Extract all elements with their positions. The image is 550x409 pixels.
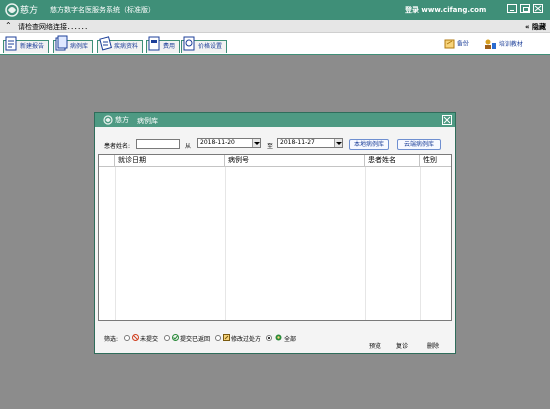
filter-unsubmitted-label: 未提交 (140, 336, 159, 343)
column-header-gender[interactable]: 性别 (420, 155, 451, 166)
login-link[interactable]: 登录 www.cifang.com (405, 5, 486, 15)
filter-label: 筛选: (104, 336, 119, 343)
disease-data-icon (99, 36, 112, 51)
title-bar: 慈方 慈方数字名医服务系统（标准版） 登录 www.cifang.com (0, 0, 550, 20)
app-title: 慈方数字名医服务系统（标准版） (50, 6, 155, 14)
chevron-down-icon[interactable] (252, 139, 260, 147)
header-divider (99, 166, 451, 167)
row-header-corner (99, 155, 115, 166)
collapse-up-icon[interactable]: ⌃ (5, 21, 12, 30)
column-header-case-number[interactable]: 病例号 (225, 155, 365, 166)
patient-name-label: 患者姓名: (104, 143, 131, 150)
window-controls (506, 4, 544, 15)
all-icon (275, 334, 282, 341)
maximize-button[interactable] (520, 4, 531, 13)
filter-returned-label: 提交已返回 (180, 336, 211, 343)
logo-text: 慈方 (20, 6, 39, 16)
hide-toggle[interactable]: « 隐藏 (525, 22, 546, 32)
tab-label: 病例库 (70, 43, 89, 50)
network-notice: 请检查网络连接．．．．．． (18, 23, 92, 31)
patient-name-input[interactable] (136, 139, 180, 149)
to-label: 至 (267, 143, 274, 150)
local-case-button[interactable]: 本地病例库 (349, 139, 389, 150)
filter-returned-radio[interactable] (164, 335, 170, 341)
tab-fee[interactable]: 费用 (146, 36, 180, 53)
dialog-title-bar[interactable]: 慈方 病例库 (95, 113, 455, 127)
tab-price-settings[interactable]: 价格设置 (181, 36, 227, 53)
tab-label: 新建报告 (20, 43, 45, 50)
column-header-visit-date[interactable]: 就诊日期 (115, 155, 225, 166)
price-settings-icon (183, 36, 195, 51)
training-button[interactable]: 培训教材 (483, 39, 523, 50)
new-report-icon (5, 36, 17, 51)
delete-button[interactable]: 删除 (427, 341, 439, 350)
to-date-picker[interactable]: 2018-11-27 (277, 138, 343, 148)
returned-icon (172, 334, 179, 341)
column-divider (225, 167, 226, 320)
case-library-dialog: 慈方 病例库 患者姓名: 从 2018-11-20 至 2018-11-27 本… (94, 112, 456, 354)
case-table: 就诊日期 病例号 患者姓名 性别 (98, 154, 452, 321)
column-divider (115, 167, 116, 320)
minimize-button[interactable] (507, 4, 517, 13)
tab-case-library[interactable]: 病例库 (53, 35, 93, 53)
from-date-value: 2018-11-20 (200, 139, 235, 146)
filter-all-label: 全部 (284, 336, 297, 343)
dialog-logo-text: 慈方 (115, 116, 129, 124)
dialog-title: 病例库 (137, 117, 158, 125)
fee-icon (148, 36, 160, 51)
column-header-patient-name[interactable]: 患者姓名 (365, 155, 420, 166)
main-toolbar: 新建报告 病例库 疾病资料 费用 价格设置 备份 培训教材 (0, 33, 550, 55)
notice-bar: ⌃ 请检查网络连接．．．．．． « 隐藏 (0, 20, 550, 33)
unsubmitted-icon (132, 334, 139, 341)
tab-disease-data[interactable]: 疾病资料 (97, 36, 143, 53)
from-date-picker[interactable]: 2018-11-20 (197, 138, 261, 148)
column-divider (365, 167, 366, 320)
case-library-icon (55, 35, 68, 51)
filter-all-radio[interactable] (266, 335, 272, 341)
modified-prescription-icon (223, 334, 230, 341)
from-label: 从 (185, 143, 192, 150)
preview-button[interactable]: 预览 (369, 341, 381, 350)
tab-label: 疾病资料 (114, 43, 139, 50)
filter-modified-label: 修改过处方 (231, 336, 262, 343)
to-date-value: 2018-11-27 (280, 139, 315, 146)
hide-label: 隐藏 (531, 23, 546, 31)
backup-icon (444, 39, 455, 49)
backup-button[interactable]: 备份 (444, 39, 469, 50)
tab-new-report[interactable]: 新建报告 (3, 36, 49, 53)
filter-modified-radio[interactable] (215, 335, 221, 341)
cloud-case-button[interactable]: 云端病例库 (397, 139, 441, 150)
revisit-button[interactable]: 复诊 (396, 341, 408, 350)
close-button[interactable] (533, 4, 544, 13)
tab-label: 费用 (163, 43, 176, 50)
tab-label: 价格设置 (198, 43, 223, 50)
training-label: 培训教材 (498, 41, 523, 48)
dialog-close-button[interactable] (442, 115, 452, 125)
training-icon (485, 39, 496, 49)
backup-label: 备份 (456, 40, 469, 48)
chevron-down-icon[interactable] (334, 139, 342, 147)
column-divider (420, 167, 421, 320)
filter-unsubmitted-radio[interactable] (124, 335, 130, 341)
